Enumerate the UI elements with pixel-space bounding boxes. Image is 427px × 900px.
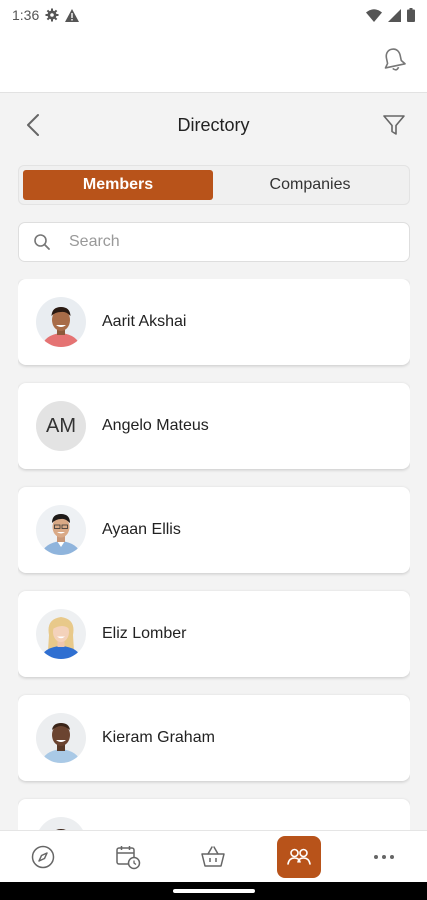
wifi-icon <box>366 8 382 22</box>
notification-bell-icon[interactable] <box>381 46 407 74</box>
member-card[interactable]: Aarit Akshai <box>18 279 410 365</box>
avatar: AM <box>36 401 86 451</box>
member-name: Aarit Akshai <box>102 313 187 330</box>
nav-more[interactable] <box>362 836 406 878</box>
people-icon <box>287 848 311 865</box>
member-name: Kieram Graham <box>102 729 215 746</box>
home-gesture-handle[interactable] <box>173 889 255 893</box>
avatar <box>36 609 86 659</box>
warning-icon <box>65 8 80 22</box>
back-arrow-icon[interactable] <box>22 112 46 138</box>
member-card[interactable]: AM Angelo Mateus <box>18 383 410 469</box>
nav-marketplace[interactable] <box>191 836 235 878</box>
search-icon <box>34 234 50 250</box>
tab-members[interactable]: Members <box>23 170 213 200</box>
basket-icon <box>201 845 226 867</box>
nav-directory[interactable] <box>276 835 321 878</box>
settings-gear-icon <box>45 8 59 22</box>
search-input[interactable] <box>69 233 369 251</box>
member-card[interactable]: Kieram Graham <box>18 695 410 781</box>
member-name: Eliz Lomber <box>102 625 187 642</box>
member-name: Ayaan Ellis <box>102 521 181 538</box>
compass-icon <box>31 845 54 868</box>
avatar <box>36 505 86 555</box>
more-icon <box>374 854 395 859</box>
nav-explore[interactable] <box>21 836 65 878</box>
search-bar <box>18 222 410 262</box>
directory-tabs: Members Companies <box>18 165 410 205</box>
filter-icon[interactable] <box>381 112 407 138</box>
avatar <box>36 297 86 347</box>
member-name: Angelo Mateus <box>102 417 209 434</box>
nav-events[interactable] <box>106 836 150 878</box>
member-card[interactable]: Ayaan Ellis <box>18 487 410 573</box>
member-card[interactable] <box>18 799 410 830</box>
bottom-nav <box>0 830 427 882</box>
top-app-bar <box>0 30 427 93</box>
status-bar: 1:36 <box>0 0 427 30</box>
avatar <box>36 713 86 763</box>
page-header: Directory <box>0 100 427 150</box>
tab-companies[interactable]: Companies <box>215 170 405 200</box>
avatar <box>36 817 86 830</box>
cellular-signal-icon <box>388 8 401 22</box>
status-time: 1:36 <box>12 7 40 23</box>
member-card[interactable]: Eliz Lomber <box>18 591 410 677</box>
page-title: Directory <box>177 114 250 135</box>
calendar-clock-icon <box>116 845 141 869</box>
battery-icon <box>407 8 415 22</box>
member-list: Aarit Akshai AM Angelo Mateus Ayaan Elli… <box>18 279 410 830</box>
